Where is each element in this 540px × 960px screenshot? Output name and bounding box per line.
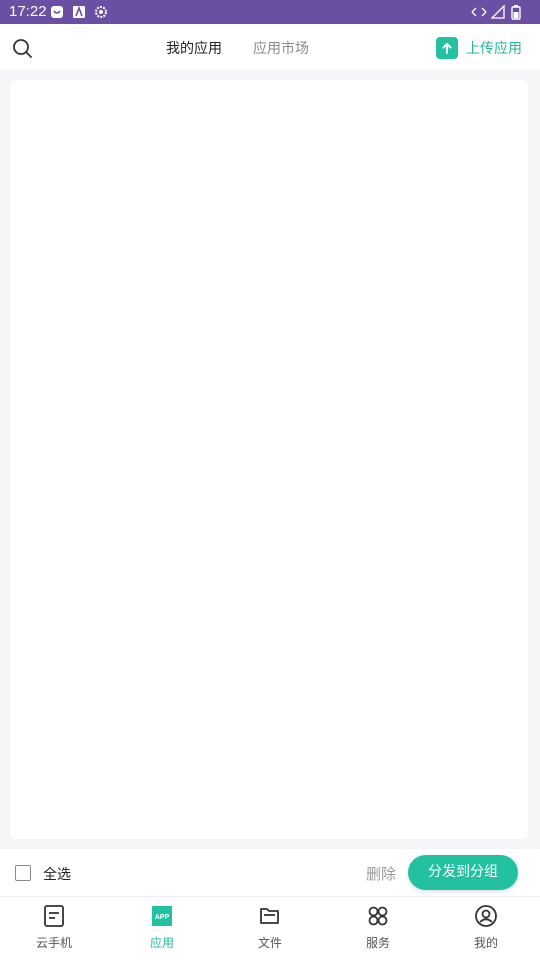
nav-item-apps[interactable]: APP 应用 <box>108 897 216 960</box>
upload-app-label: 上传应用 <box>466 41 522 57</box>
nav-label-apps: 应用 <box>149 936 174 950</box>
services-grid-icon <box>368 906 388 926</box>
select-all-label[interactable]: 全选 <box>43 864 71 884</box>
nav-label-me: 我的 <box>473 936 498 950</box>
tab-my-apps[interactable]: 我的应用 <box>166 38 222 58</box>
app-list-panel <box>10 80 528 839</box>
distribute-to-group-button[interactable]: 分发到分组 <box>408 855 518 890</box>
nav-label-services: 服务 <box>365 936 390 950</box>
status-time: 17:22 <box>9 3 47 20</box>
settings-gear-icon <box>95 6 107 18</box>
app-notification-icon <box>73 5 85 18</box>
bottom-nav: 云手机 APP 应用 文件 服务 我的 <box>0 896 540 960</box>
battery-icon <box>511 5 521 20</box>
search-icon[interactable] <box>10 36 34 60</box>
nav-item-services[interactable]: 服务 <box>324 897 432 960</box>
nav-label-cloud-phone: 云手机 <box>35 936 72 950</box>
nav-item-files[interactable]: 文件 <box>216 897 324 960</box>
select-all-checkbox[interactable] <box>15 865 31 881</box>
bulk-action-bar: 全选 删除 分发到分组 <box>0 849 540 896</box>
upload-app-button[interactable]: 上传应用 <box>436 35 522 61</box>
data-sync-icon <box>471 7 487 17</box>
upload-arrow-icon <box>436 37 458 59</box>
app-icon: APP <box>152 906 172 926</box>
svg-text:APP: APP <box>155 914 170 921</box>
nav-item-me[interactable]: 我的 <box>432 897 540 960</box>
phone-document-icon <box>44 905 64 927</box>
notification-icon <box>51 6 63 18</box>
delete-button[interactable]: 删除 <box>366 863 396 884</box>
tab-app-market[interactable]: 应用市场 <box>253 38 309 58</box>
user-icon <box>475 905 497 927</box>
nav-item-cloud-phone[interactable]: 云手机 <box>0 897 108 960</box>
top-bar: 我的应用 应用市场 上传应用 <box>0 24 540 70</box>
status-bar: 17:22 <box>0 0 540 24</box>
folder-icon <box>260 908 279 924</box>
nav-label-files: 文件 <box>257 936 282 950</box>
signal-icon <box>490 4 505 19</box>
